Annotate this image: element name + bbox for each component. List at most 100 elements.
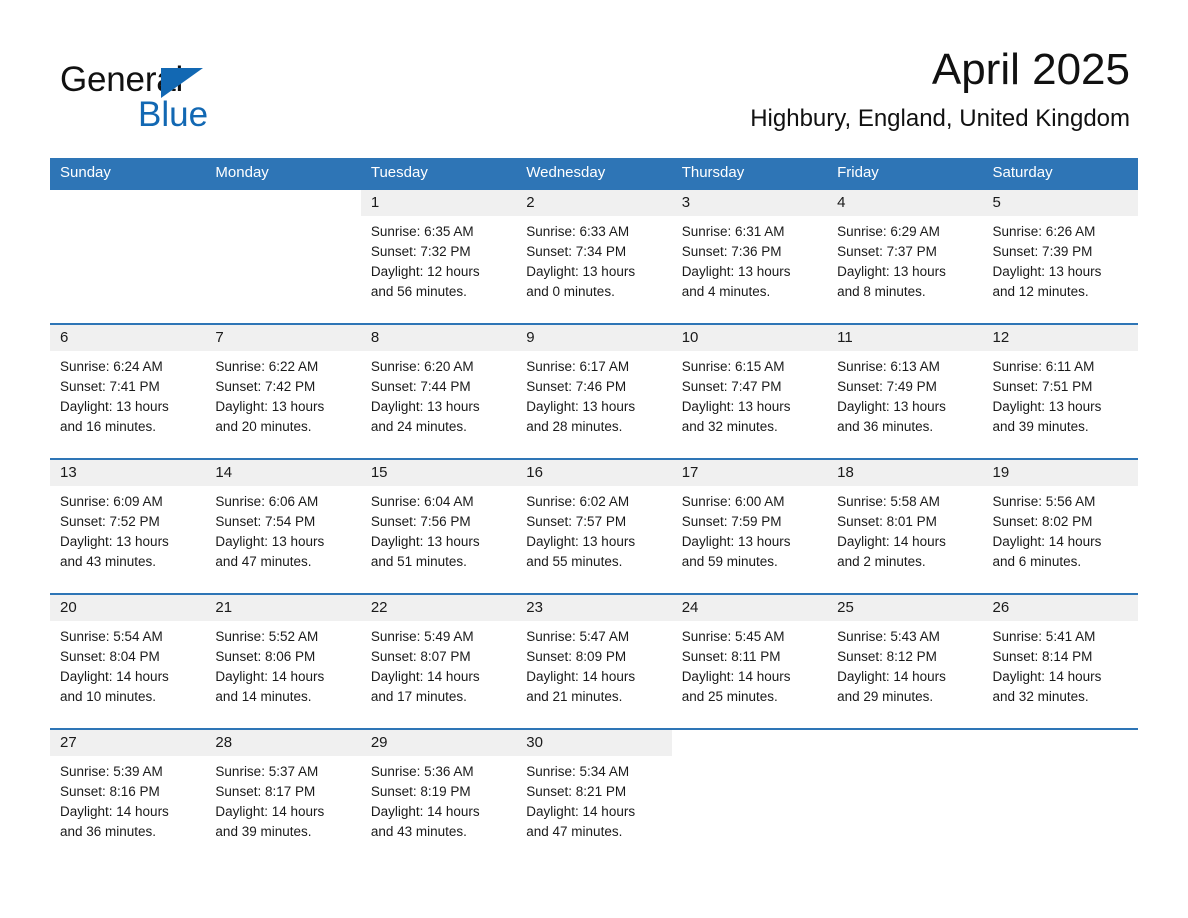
calendar-day-cell[interactable]: 22 Sunrise: 5:49 AM Sunset: 8:07 PM Dayligh… bbox=[360, 593, 517, 729]
day-details: Sunrise: 5:34 AM Sunset: 8:21 PM Daylight:… bbox=[516, 756, 671, 842]
day-sunset-text: Sunset: 7:34 PM bbox=[526, 244, 627, 259]
triangle-flag-icon bbox=[161, 68, 203, 98]
calendar-day-cell[interactable]: 24 Sunrise: 5:45 AM Sunset: 8:11 PM Dayligh… bbox=[671, 593, 828, 729]
day-sunset-text: Sunset: 8:19 PM bbox=[370, 784, 471, 799]
day-cell-inner: 22 Sunrise: 5:49 AM Sunset: 8:07 PM Dayligh… bbox=[360, 595, 517, 728]
day-details: Sunrise: 5:41 AM Sunset: 8:14 PM Daylight:… bbox=[983, 621, 1138, 707]
day-daylight-line2-text: and 21 minutes. bbox=[526, 689, 623, 704]
calendar-day-cell[interactable]: 15 Sunrise: 6:04 AM Sunset: 7:56 PM Dayligh… bbox=[360, 458, 517, 594]
day-daylight-line1-text: Daylight: 13 hours bbox=[837, 399, 946, 414]
calendar-day-cell[interactable]: 23 Sunrise: 5:47 AM Sunset: 8:09 PM Dayligh… bbox=[516, 593, 672, 729]
weekday-header-friday: Friday bbox=[827, 158, 983, 189]
calendar-day-cell[interactable]: 18 Sunrise: 5:58 AM Sunset: 8:01 PM Dayligh… bbox=[827, 458, 983, 594]
page-header: General Blue April 2025 Highbury, Englan… bbox=[50, 42, 1138, 152]
title-block: April 2025 Highbury, England, United Kin… bbox=[750, 42, 1130, 134]
day-sunrise-text: Sunrise: 5:34 AM bbox=[526, 764, 630, 779]
calendar-cell-empty bbox=[982, 728, 1138, 849]
day-details: Sunrise: 6:22 AM Sunset: 7:42 PM Daylight:… bbox=[205, 351, 360, 437]
calendar-day-cell[interactable]: 10 Sunrise: 6:15 AM Sunset: 7:47 PM Dayligh… bbox=[671, 323, 828, 459]
day-daylight-line1-text: Daylight: 14 hours bbox=[526, 669, 636, 684]
calendar-day-cell[interactable]: 14 Sunrise: 6:06 AM Sunset: 7:54 PM Dayligh… bbox=[205, 458, 361, 594]
calendar-day-cell[interactable]: 25 Sunrise: 5:43 AM Sunset: 8:12 PM Dayligh… bbox=[827, 593, 983, 729]
calendar-cell-empty bbox=[205, 188, 361, 324]
calendar-day-cell[interactable]: 30 Sunrise: 5:34 AM Sunset: 8:21 PM Dayligh… bbox=[516, 728, 672, 849]
day-daylight-line1-text: Daylight: 13 hours bbox=[60, 534, 169, 549]
calendar-day-cell[interactable]: 2 Sunrise: 6:33 AM Sunset: 7:34 PM Daylight… bbox=[516, 188, 672, 324]
day-number: 11 bbox=[827, 325, 983, 351]
calendar-day-cell[interactable]: 6 Sunrise: 6:24 AM Sunset: 7:41 PM Daylight… bbox=[50, 323, 206, 459]
calendar-day-cell[interactable]: 21 Sunrise: 5:52 AM Sunset: 8:06 PM Dayligh… bbox=[205, 593, 361, 729]
calendar-day-cell[interactable]: 11 Sunrise: 6:13 AM Sunset: 7:49 PM Dayligh… bbox=[827, 323, 983, 459]
weekday-header-tuesday: Tuesday bbox=[360, 158, 517, 189]
calendar-day-cell[interactable]: 29 Sunrise: 5:36 AM Sunset: 8:19 PM Dayligh… bbox=[360, 728, 517, 849]
calendar-day-cell[interactable]: 13 Sunrise: 6:09 AM Sunset: 7:52 PM Dayligh… bbox=[50, 458, 206, 594]
day-details: Sunrise: 6:06 AM Sunset: 7:54 PM Daylight:… bbox=[205, 486, 360, 572]
calendar-day-cell[interactable]: 16 Sunrise: 6:02 AM Sunset: 7:57 PM Dayligh… bbox=[516, 458, 672, 594]
day-cell-inner: 30 Sunrise: 5:34 AM Sunset: 8:21 PM Dayligh… bbox=[516, 730, 672, 849]
day-daylight-line1-text: Daylight: 14 hours bbox=[215, 804, 325, 819]
calendar-day-cell[interactable]: 3 Sunrise: 6:31 AM Sunset: 7:36 PM Daylight… bbox=[671, 188, 828, 324]
day-daylight-line1-text: Daylight: 13 hours bbox=[681, 534, 791, 549]
day-sunrise-text: Sunrise: 6:35 AM bbox=[370, 224, 474, 239]
calendar-day-cell[interactable]: 5 Sunrise: 6:26 AM Sunset: 7:39 PM Daylight… bbox=[982, 188, 1138, 324]
day-daylight-line2-text: and 56 minutes. bbox=[370, 284, 467, 299]
calendar-day-cell[interactable]: 4 Sunrise: 6:29 AM Sunset: 7:37 PM Daylight… bbox=[827, 188, 983, 324]
calendar-day-cell[interactable]: 27 Sunrise: 5:39 AM Sunset: 8:16 PM Dayligh… bbox=[50, 728, 206, 849]
day-number: 2 bbox=[516, 190, 672, 216]
day-details: Sunrise: 5:45 AM Sunset: 8:11 PM Daylight:… bbox=[672, 621, 827, 707]
day-number bbox=[827, 730, 982, 756]
day-sunrise-text: Sunrise: 5:56 AM bbox=[992, 494, 1096, 509]
day-number: 23 bbox=[516, 595, 672, 621]
day-daylight-line1-text: Daylight: 13 hours bbox=[837, 264, 946, 279]
day-number: 28 bbox=[205, 730, 361, 756]
calendar-day-cell[interactable]: 19 Sunrise: 5:56 AM Sunset: 8:02 PM Dayligh… bbox=[982, 458, 1138, 594]
day-sunset-text: Sunset: 8:17 PM bbox=[215, 784, 316, 799]
day-sunrise-text: Sunrise: 5:37 AM bbox=[215, 764, 319, 779]
day-sunrise-text: Sunrise: 5:49 AM bbox=[370, 629, 474, 644]
calendar-day-cell[interactable]: 12 Sunrise: 6:11 AM Sunset: 7:51 PM Dayligh… bbox=[982, 323, 1138, 459]
day-sunrise-text: Sunrise: 5:41 AM bbox=[992, 629, 1096, 644]
day-cell-inner: 18 Sunrise: 5:58 AM Sunset: 8:01 PM Dayligh… bbox=[827, 460, 983, 593]
day-number: 5 bbox=[982, 190, 1138, 216]
calendar-cell-empty bbox=[671, 728, 828, 849]
general-blue-logo[interactable]: General Blue bbox=[60, 50, 320, 142]
day-cell-inner: 3 Sunrise: 6:31 AM Sunset: 7:36 PM Daylight… bbox=[671, 190, 828, 323]
day-daylight-line1-text: Daylight: 12 hours bbox=[370, 264, 480, 279]
calendar-table: Sunday Monday Tuesday Wednesday Thursday… bbox=[50, 158, 1138, 849]
day-cell-inner: 1 Sunrise: 6:35 AM Sunset: 7:32 PM Daylight… bbox=[360, 190, 517, 323]
calendar-day-cell[interactable]: 20 Sunrise: 5:54 AM Sunset: 8:04 PM Dayligh… bbox=[50, 593, 206, 729]
day-sunset-text: Sunset: 8:14 PM bbox=[992, 649, 1093, 664]
calendar-cell-empty bbox=[827, 728, 983, 849]
day-sunrise-text: Sunrise: 6:33 AM bbox=[526, 224, 630, 239]
calendar-day-cell[interactable]: 17 Sunrise: 6:00 AM Sunset: 7:59 PM Dayligh… bbox=[671, 458, 828, 594]
day-sunset-text: Sunset: 7:59 PM bbox=[681, 514, 782, 529]
calendar-grid: Sunday Monday Tuesday Wednesday Thursday… bbox=[50, 158, 1138, 849]
day-sunset-text: Sunset: 7:54 PM bbox=[215, 514, 316, 529]
calendar-day-cell[interactable]: 9 Sunrise: 6:17 AM Sunset: 7:46 PM Daylight… bbox=[516, 323, 672, 459]
day-cell-inner bbox=[827, 730, 982, 849]
day-daylight-line1-text: Daylight: 13 hours bbox=[526, 264, 636, 279]
day-details: Sunrise: 6:26 AM Sunset: 7:39 PM Daylight:… bbox=[983, 216, 1138, 302]
day-sunset-text: Sunset: 7:56 PM bbox=[370, 514, 471, 529]
calendar-day-cell[interactable]: 26 Sunrise: 5:41 AM Sunset: 8:14 PM Dayligh… bbox=[982, 593, 1138, 729]
calendar-day-cell[interactable]: 1 Sunrise: 6:35 AM Sunset: 7:32 PM Daylight… bbox=[360, 188, 517, 324]
day-daylight-line2-text: and 39 minutes. bbox=[215, 824, 312, 839]
day-cell-inner: 17 Sunrise: 6:00 AM Sunset: 7:59 PM Dayligh… bbox=[671, 460, 828, 593]
day-details: Sunrise: 6:02 AM Sunset: 7:57 PM Daylight:… bbox=[516, 486, 671, 572]
day-number: 18 bbox=[827, 460, 983, 486]
weekday-header-monday: Monday bbox=[205, 158, 361, 189]
day-number: 17 bbox=[671, 460, 828, 486]
day-number: 15 bbox=[360, 460, 517, 486]
calendar-day-cell[interactable]: 8 Sunrise: 6:20 AM Sunset: 7:44 PM Daylight… bbox=[360, 323, 517, 459]
calendar-day-cell[interactable]: 28 Sunrise: 5:37 AM Sunset: 8:17 PM Dayligh… bbox=[205, 728, 361, 849]
calendar-day-cell[interactable]: 7 Sunrise: 6:22 AM Sunset: 7:42 PM Daylight… bbox=[205, 323, 361, 459]
calendar-week-row: 20 Sunrise: 5:54 AM Sunset: 8:04 PM Dayligh… bbox=[50, 593, 1138, 729]
day-cell-inner: 14 Sunrise: 6:06 AM Sunset: 7:54 PM Dayligh… bbox=[205, 460, 361, 593]
day-details: Sunrise: 6:17 AM Sunset: 7:46 PM Daylight:… bbox=[516, 351, 671, 437]
day-cell-inner bbox=[50, 190, 205, 323]
day-daylight-line1-text: Daylight: 14 hours bbox=[992, 534, 1102, 549]
logo-word-blue: Blue bbox=[138, 95, 209, 134]
day-daylight-line1-text: Daylight: 13 hours bbox=[526, 399, 636, 414]
day-cell-inner: 8 Sunrise: 6:20 AM Sunset: 7:44 PM Daylight… bbox=[360, 325, 517, 458]
day-daylight-line2-text: and 43 minutes. bbox=[60, 554, 157, 569]
